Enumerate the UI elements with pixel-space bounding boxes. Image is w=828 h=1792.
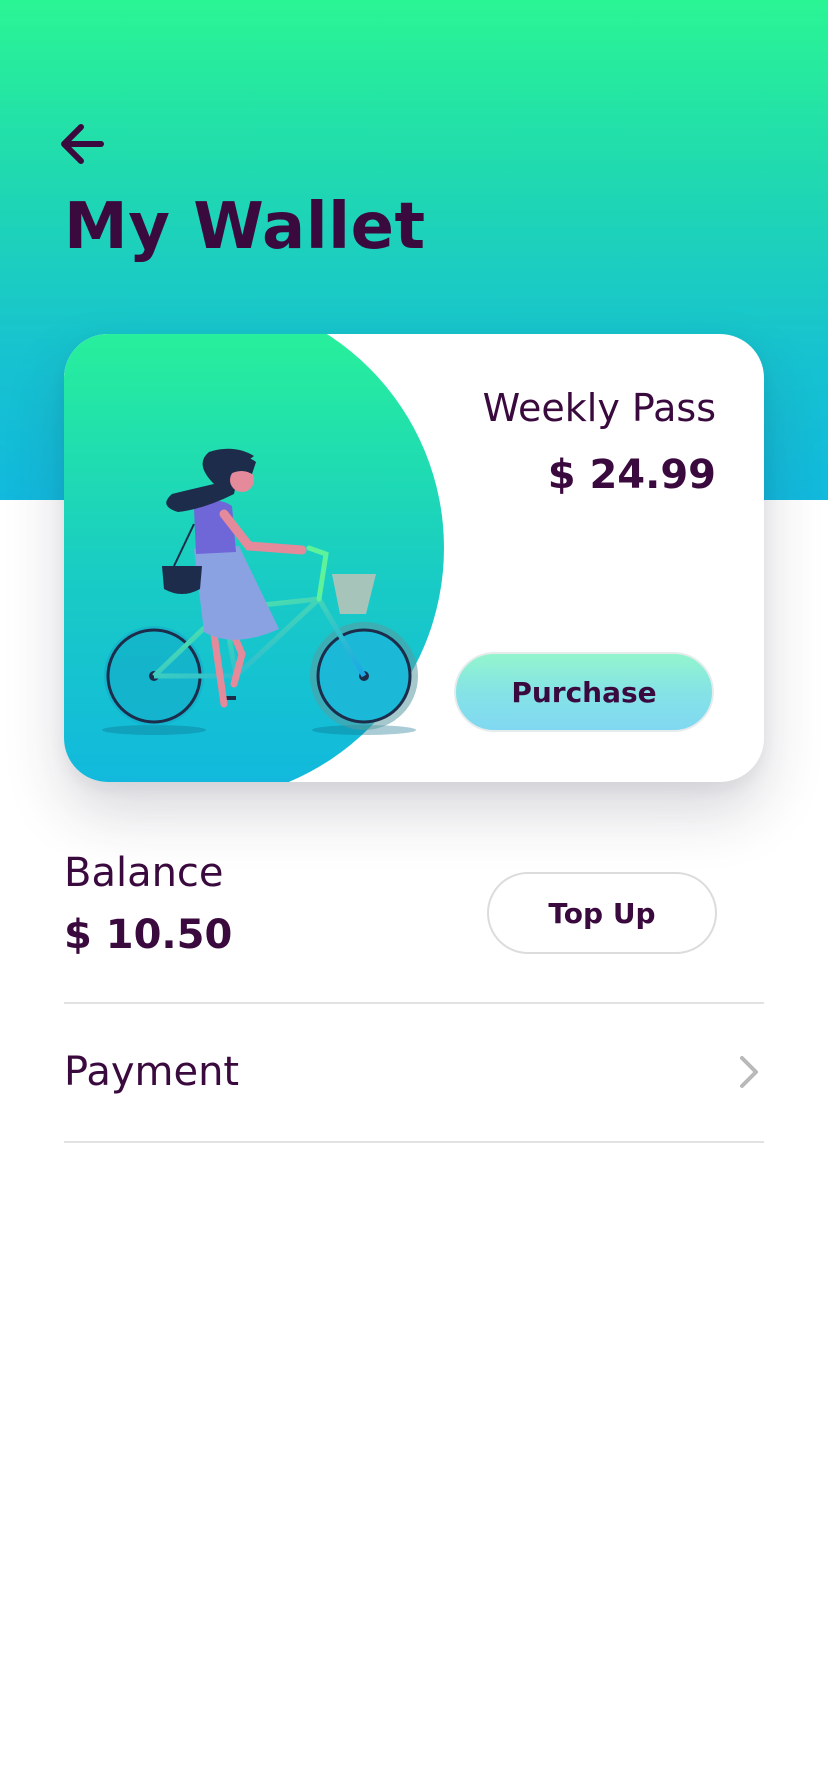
top-up-button[interactable]: Top Up [487, 872, 717, 954]
payment-row[interactable]: Payment [64, 1004, 764, 1140]
pass-name: Weekly Pass [482, 386, 716, 430]
chevron-right-icon [734, 1052, 764, 1092]
page-title: My Wallet [64, 190, 426, 264]
balance-label: Balance [64, 850, 224, 896]
purchase-button[interactable]: Purchase [454, 652, 714, 732]
pass-price: $ 24.99 [547, 452, 716, 498]
payment-label: Payment [64, 1049, 240, 1095]
balance-value: $ 10.50 [64, 912, 233, 958]
arrow-left-icon [61, 124, 104, 164]
divider [64, 1141, 764, 1143]
weekly-pass-card: Weekly Pass $ 24.99 Purchase [64, 334, 764, 782]
bicycle-rider-illustration [64, 334, 444, 782]
back-button[interactable] [56, 118, 108, 170]
